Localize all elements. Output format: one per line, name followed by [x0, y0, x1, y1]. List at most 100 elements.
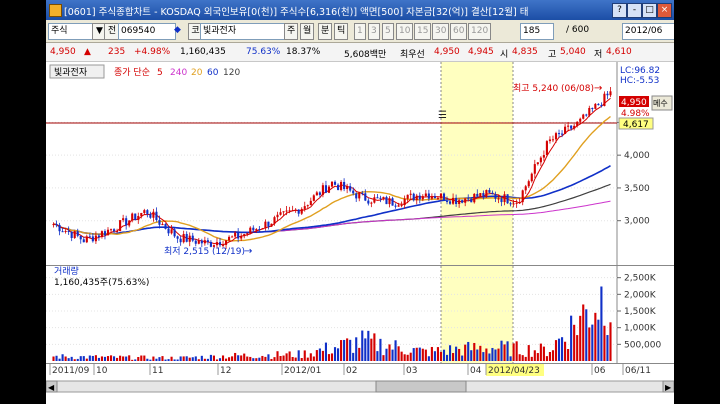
candle-body [79, 235, 82, 240]
hc-value: HC:-5.53 [620, 76, 659, 86]
time-axis-label: 06 [594, 366, 606, 376]
volume-bar [385, 348, 388, 361]
volume-bar [524, 356, 527, 361]
volume-title: 거래량 [54, 265, 79, 277]
candle-body [215, 242, 219, 246]
candle-body [91, 236, 94, 242]
volume-bar [109, 355, 113, 361]
volume-bar [330, 353, 334, 361]
date-input[interactable]: 2012/06 [622, 23, 674, 40]
stock-tag-label: 빛과전자 [54, 67, 88, 78]
tab-monthly[interactable]: 월 [300, 23, 315, 40]
price-chart[interactable]: 빛과전자 종가 단순 5 240 20 60 120 LC:96.82 HC:-… [46, 62, 674, 265]
candle-body [140, 213, 143, 216]
volume-bar [291, 356, 294, 361]
time-axis-label: 2012/04/23 [488, 366, 540, 376]
volume-bar [224, 358, 228, 361]
candle-body [152, 211, 155, 218]
volume-bar [106, 356, 110, 361]
volume-bar [518, 354, 521, 361]
candle-body [349, 186, 352, 191]
candle-body [473, 193, 476, 203]
candle-body [397, 205, 400, 207]
volume-bar [491, 347, 494, 361]
maximize-button[interactable]: □ [642, 3, 657, 18]
volume-bar [497, 348, 500, 361]
count-input[interactable]: 185 [520, 23, 554, 40]
candle-body [237, 232, 240, 239]
price-tick-label: 3,500 [624, 184, 650, 194]
candle-body [149, 214, 152, 218]
volume-bar [452, 353, 455, 361]
minute-1-button[interactable]: 1 [354, 23, 366, 40]
volume-bar [100, 356, 104, 361]
volume-bar [206, 358, 209, 361]
minute-120-button[interactable]: 120 [468, 23, 492, 40]
volume-bar [397, 346, 400, 361]
minute-60-button[interactable]: 60 [450, 23, 468, 40]
candle-body [367, 200, 370, 204]
volume-bar [567, 348, 570, 361]
candle-body [521, 190, 524, 203]
volume-bar [494, 349, 497, 361]
volume-bar [188, 357, 191, 361]
volume-bar [461, 355, 464, 361]
close-button[interactable]: × [657, 3, 672, 18]
quote-volume: 1,160,435 [180, 47, 226, 57]
candle-body [82, 239, 85, 243]
volume-bar [197, 359, 200, 361]
volume-bar [212, 355, 216, 361]
candle-body [197, 240, 200, 244]
volume-bar [594, 312, 597, 361]
candle-body [403, 198, 406, 206]
candle-body [161, 224, 164, 226]
candle-body [554, 133, 558, 140]
candle-body [412, 193, 415, 201]
minute-15-button[interactable]: 15 [414, 23, 432, 40]
candle-body [515, 202, 518, 204]
candle-body [560, 133, 564, 135]
minute-10-button[interactable]: 10 [396, 23, 414, 40]
market-select[interactable]: 주식 [48, 23, 94, 40]
time-axis-label: 2011/09 [52, 366, 90, 376]
horizontal-scrollbar[interactable] [46, 380, 674, 393]
cursor-icon: ☰ [438, 110, 447, 121]
minute-3-button[interactable]: 3 [368, 23, 380, 40]
up-arrow-icon: ▲ [84, 47, 91, 57]
count-total: / 600 [566, 25, 590, 35]
volume-bar [346, 338, 349, 361]
volume-bar [149, 359, 152, 361]
quote-change: 235 [108, 47, 126, 57]
code-input[interactable]: 069540 [118, 23, 176, 40]
candle-body [285, 210, 288, 212]
candle-body [442, 193, 446, 202]
candle-body [224, 240, 228, 245]
tab-tick[interactable]: 틱 [334, 23, 349, 40]
volume-bar [479, 345, 482, 361]
candle-body [270, 223, 273, 227]
search-icon[interactable]: ◆ [174, 23, 181, 38]
minute-5-button[interactable]: 5 [382, 23, 394, 40]
volume-bar [464, 344, 467, 361]
volume-bar [333, 347, 337, 361]
candle-body [264, 221, 267, 229]
candle-body [542, 155, 545, 158]
candle-body [64, 230, 67, 232]
candle-body [252, 227, 255, 231]
volume-bar [539, 343, 542, 361]
help-button[interactable]: ? [612, 3, 627, 18]
tab-weekly[interactable]: 주 [284, 23, 299, 40]
stock-name-field[interactable]: 빛과전자 [200, 23, 286, 40]
candle-body [379, 197, 382, 199]
candle-body [146, 210, 149, 215]
volume-bar [327, 354, 331, 361]
candle-body [588, 107, 591, 116]
tab-minute[interactable]: 분 [318, 23, 333, 40]
volume-chart[interactable]: 거래량 1,160,435주(75.63%) 500,000 1,000K 1,50… [46, 265, 674, 363]
time-axis-label: 02 [346, 366, 357, 376]
scroll-thumb[interactable] [375, 380, 467, 393]
minimize-button[interactable]: - [627, 3, 642, 18]
candle-body [55, 224, 58, 226]
minute-30-button[interactable]: 30 [432, 23, 450, 40]
candle-body [324, 185, 328, 193]
